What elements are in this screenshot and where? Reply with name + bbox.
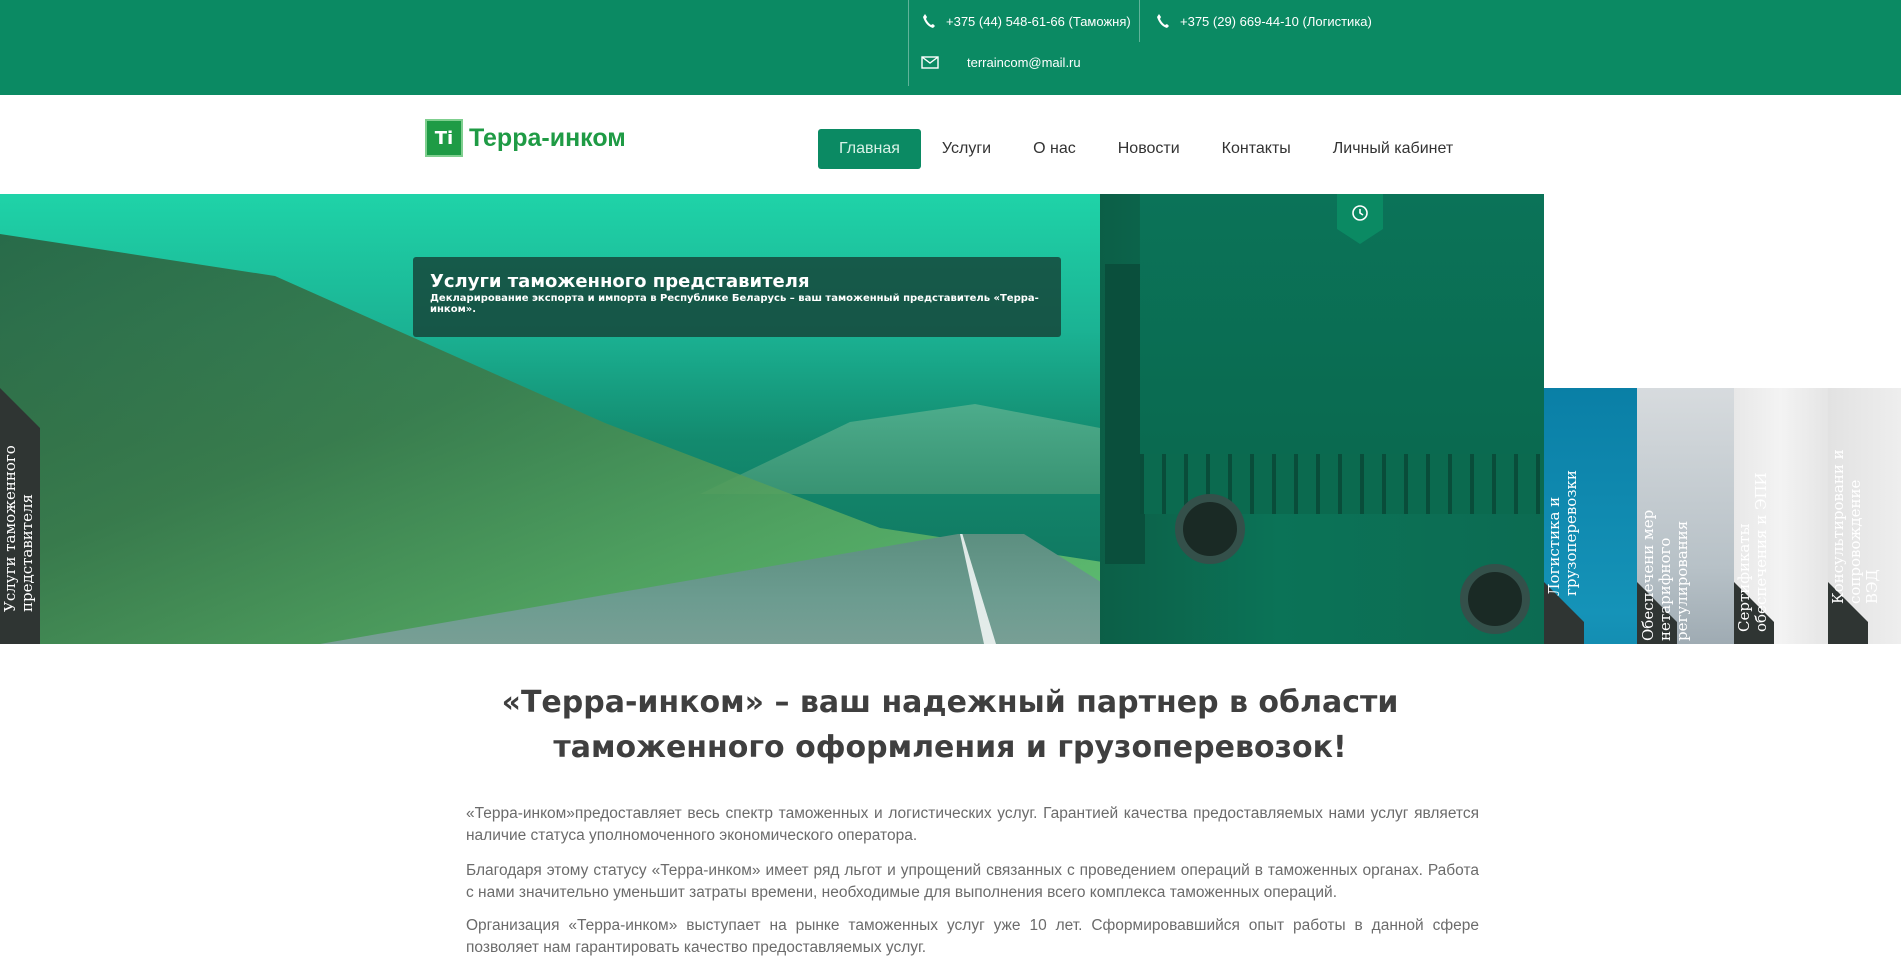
panel-consulting-text: Консультировани и сопровождение ВЭД — [1829, 449, 1881, 604]
main-headline: «Терра-инком» – ваш надежный партнер в о… — [501, 685, 1399, 765]
top-contact-bar: +375 (44) 548-61-66 (Таможня) +375 (29) … — [0, 0, 1901, 95]
phone-customs[interactable]: +375 (44) 548-61-66 (Таможня) — [922, 13, 1131, 29]
left-tab-label: Услуги таможенного представителя — [1, 442, 36, 612]
panel-logistics-text: Логистика и грузоперевозки — [1545, 470, 1580, 596]
nav-account[interactable]: Личный кабинет — [1312, 129, 1474, 169]
hero-truck-cab — [1105, 264, 1145, 564]
envelope-icon — [921, 56, 939, 69]
divider — [1139, 0, 1140, 42]
panel-nontariff-text: Обеспечени мер нетарифного регулирования — [1639, 509, 1691, 641]
phone-logistics-text: +375 (29) 669-44-10 (Логистика) — [1180, 13, 1372, 29]
site-header: Ti Терра-инком Главная Услуги О нас Ново… — [0, 95, 1901, 194]
hero-truck-wheel — [1175, 494, 1245, 564]
logo-text: Терра-инком — [469, 123, 626, 152]
hero-caption: Услуги таможенного представителя Деклари… — [413, 257, 1061, 337]
logo[interactable]: Ti Терра-инком — [425, 119, 626, 157]
divider — [908, 0, 909, 86]
panel-certificates-text: Сертификаты обеспечения и ЭПИ — [1735, 472, 1770, 632]
paragraph-2: Благодаря этому статусу «Терра-инком» им… — [466, 862, 1479, 901]
panel-nontariff-label: Обеспечени мер нетарифного регулирования — [1639, 441, 1691, 641]
nav-contacts[interactable]: Контакты — [1201, 129, 1312, 169]
phone-logistics[interactable]: +375 (29) 669-44-10 (Логистика) — [1156, 13, 1372, 29]
phone-icon — [922, 13, 936, 29]
hero-subtitle: Декларирование экспорта и импорта в Респ… — [430, 293, 1039, 315]
panel-logistics-label: Логистика и грузоперевозки — [1545, 456, 1580, 596]
hero-truck-body — [1140, 194, 1544, 454]
nav-home[interactable]: Главная — [818, 129, 921, 169]
phone-icon — [1156, 13, 1170, 29]
paragraph-1: «Терра-инком»предоставляет весь спектр т… — [466, 805, 1479, 844]
main-nav: Главная Услуги О нас Новости Контакты Ли… — [818, 129, 1474, 169]
hero-title: Услуги таможенного представителя — [430, 271, 810, 292]
nav-about[interactable]: О нас — [1012, 129, 1097, 169]
paragraph-3: Организация «Терра-инком» выступает на р… — [466, 917, 1479, 956]
clock-icon — [1351, 204, 1369, 244]
panel-certificates-label: Сертификаты обеспечения и ЭПИ — [1735, 442, 1770, 632]
logo-mark: Ti — [425, 119, 463, 157]
nav-services[interactable]: Услуги — [921, 129, 1012, 169]
nav-news[interactable]: Новости — [1097, 129, 1201, 169]
panel-consulting-label: Консультировани и сопровождение ВЭД — [1829, 444, 1881, 604]
phone-customs-text: +375 (44) 548-61-66 (Таможня) — [946, 13, 1131, 29]
email-text: terraincom@mail.ru — [967, 55, 1081, 70]
left-tab-text: Услуги таможенного представителя — [1, 445, 36, 612]
email-link[interactable]: terraincom@mail.ru — [921, 55, 1081, 70]
hero-truck-wheel — [1460, 564, 1530, 634]
